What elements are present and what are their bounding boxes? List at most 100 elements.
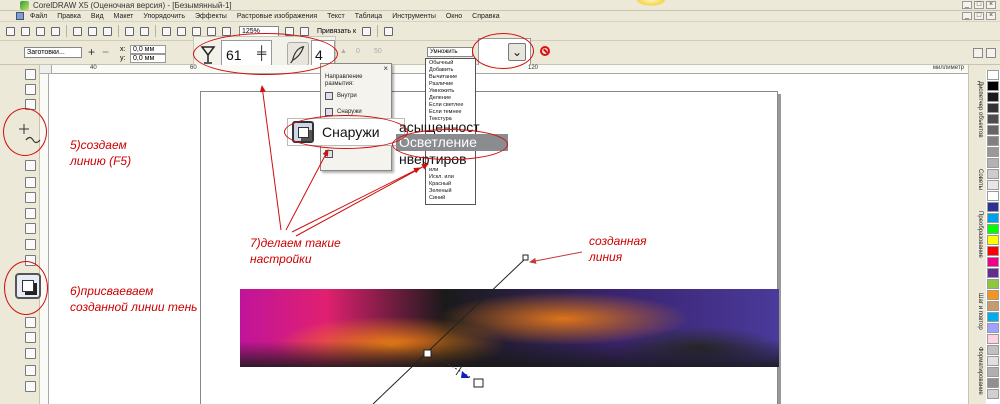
palette-swatch[interactable] — [987, 312, 999, 322]
direction-inside-option[interactable]: Внутри — [325, 90, 389, 101]
palette-swatch[interactable] — [987, 378, 999, 388]
app-launcher-icon[interactable] — [207, 26, 216, 36]
preset-list-combo[interactable]: Заготовки... — [24, 47, 82, 58]
close-icon[interactable]: × — [383, 64, 388, 73]
undo-icon[interactable] — [125, 26, 134, 36]
gradient-rectangle[interactable] — [240, 289, 779, 367]
export-icon[interactable] — [192, 26, 201, 36]
menu-table[interactable]: Таблица — [355, 13, 382, 20]
drop-shadow-tool-active-icon[interactable] — [15, 273, 41, 299]
fill-tool-icon[interactable] — [25, 348, 36, 359]
x-position-field[interactable]: 0,0 мм — [130, 45, 166, 54]
maximize-button[interactable]: □ — [974, 1, 984, 9]
copy-icon[interactable] — [88, 26, 97, 36]
redo-icon[interactable] — [140, 26, 149, 36]
palette-swatch[interactable] — [987, 147, 999, 157]
palette-swatch[interactable] — [987, 224, 999, 234]
rulers-icon[interactable] — [300, 26, 309, 36]
direction-average-option[interactable] — [325, 148, 389, 159]
palette-swatch[interactable] — [987, 202, 999, 212]
polygon-tool-icon[interactable] — [25, 208, 36, 219]
y-position-field[interactable]: 0,0 мм — [130, 54, 166, 63]
palette-swatch[interactable] — [987, 92, 999, 102]
docker-tab-transform[interactable]: Преобразование — [971, 211, 983, 258]
blend-option[interactable]: Различие — [429, 81, 453, 88]
palette-swatch[interactable] — [987, 180, 999, 190]
palette-swatch[interactable] — [987, 279, 999, 289]
outline-pen-icon[interactable] — [25, 332, 36, 343]
palette-swatch[interactable] — [987, 213, 999, 223]
bezier-tool-icon[interactable] — [14, 120, 44, 150]
save-icon[interactable] — [36, 26, 45, 36]
palette-swatch[interactable] — [987, 367, 999, 377]
shape-tool-icon[interactable] — [25, 84, 36, 95]
snap-to-button[interactable]: Привязать к — [317, 28, 356, 35]
freeze-icon[interactable] — [986, 48, 996, 58]
new-document-icon[interactable] — [6, 26, 15, 36]
blend-option[interactable]: или — [429, 167, 438, 174]
menu-text[interactable]: Текст — [327, 13, 345, 20]
palette-swatch[interactable] — [987, 103, 999, 113]
blend-option[interactable]: Обычный — [429, 60, 453, 67]
menu-effects[interactable]: Эффекты — [195, 13, 227, 20]
palette-swatch[interactable] — [987, 268, 999, 278]
docker-tab-object-manager[interactable]: Диспетчер объектов — [971, 81, 983, 138]
blend-option[interactable]: Если светлее — [429, 102, 463, 109]
remove-preset-button[interactable]: − — [102, 46, 109, 58]
palette-swatch[interactable] — [987, 136, 999, 146]
palette-swatch[interactable] — [987, 158, 999, 168]
menu-file[interactable]: Файл — [30, 13, 47, 20]
menu-tools[interactable]: Инструменты — [392, 13, 436, 20]
text-tool-icon[interactable] — [25, 239, 36, 250]
welcome-screen-icon[interactable] — [222, 26, 231, 36]
palette-swatch[interactable] — [987, 345, 999, 355]
ruler-corner[interactable] — [40, 65, 52, 74]
help-icon[interactable] — [384, 26, 394, 36]
minimize-button[interactable]: _ — [962, 1, 972, 9]
import-icon[interactable] — [177, 26, 186, 36]
palette-swatch[interactable] — [987, 290, 999, 300]
palette-swatch[interactable] — [987, 191, 999, 201]
palette-swatch[interactable] — [987, 246, 999, 256]
blend-option[interactable]: Вычитание — [429, 74, 457, 81]
menu-view[interactable]: Вид — [91, 13, 104, 20]
palette-swatch[interactable] — [987, 257, 999, 267]
palette-swatch[interactable] — [987, 301, 999, 311]
smart-fill-icon[interactable] — [25, 160, 36, 171]
docker-tab-formatting[interactable]: Форматирование — [971, 347, 983, 395]
menu-help[interactable]: Справка — [472, 13, 499, 20]
doc-restore-button[interactable]: □ — [974, 12, 984, 20]
add-preset-button[interactable]: + — [88, 46, 95, 58]
palette-swatch[interactable] — [987, 125, 999, 135]
cut-icon[interactable] — [73, 26, 82, 36]
palette-swatch[interactable] — [987, 356, 999, 366]
smart-drawing-icon[interactable] — [25, 381, 36, 392]
blend-mode-combo[interactable]: Умножить — [427, 47, 473, 57]
search-icon[interactable] — [162, 26, 171, 36]
eyedropper-icon[interactable] — [25, 317, 36, 328]
palette-swatch[interactable] — [987, 323, 999, 333]
docker-tab-step-repeat[interactable]: Шаг и повтор — [971, 293, 983, 330]
menu-edit[interactable]: Правка — [57, 13, 81, 20]
palette-swatch[interactable] — [987, 169, 999, 179]
menu-bitmaps[interactable]: Растровые изображения — [237, 13, 317, 20]
doc-minimize-button[interactable]: _ — [962, 12, 972, 20]
menu-window[interactable]: Окно — [446, 13, 462, 20]
blend-option[interactable]: Деление — [429, 95, 451, 102]
palette-swatch[interactable] — [987, 70, 999, 80]
rectangle-tool-icon[interactable] — [25, 177, 36, 188]
blend-option[interactable]: Если темнее — [429, 109, 462, 116]
blend-option[interactable]: Текстура — [429, 116, 452, 123]
docker-tab-hints[interactable]: Советы — [971, 169, 983, 190]
blend-option[interactable]: Красный — [429, 181, 451, 188]
options-icon[interactable] — [362, 26, 372, 36]
blend-option[interactable]: Синий — [429, 195, 445, 202]
palette-swatch[interactable] — [987, 334, 999, 344]
blend-option[interactable]: Добавить — [429, 67, 453, 74]
basic-shapes-icon[interactable] — [25, 223, 36, 234]
blend-option[interactable]: Зеленый — [429, 188, 452, 195]
palette-swatch[interactable] — [987, 114, 999, 124]
doc-close-button[interactable]: × — [986, 12, 996, 20]
copy-properties-icon[interactable] — [973, 48, 983, 58]
pick-tool-icon[interactable] — [25, 69, 36, 80]
